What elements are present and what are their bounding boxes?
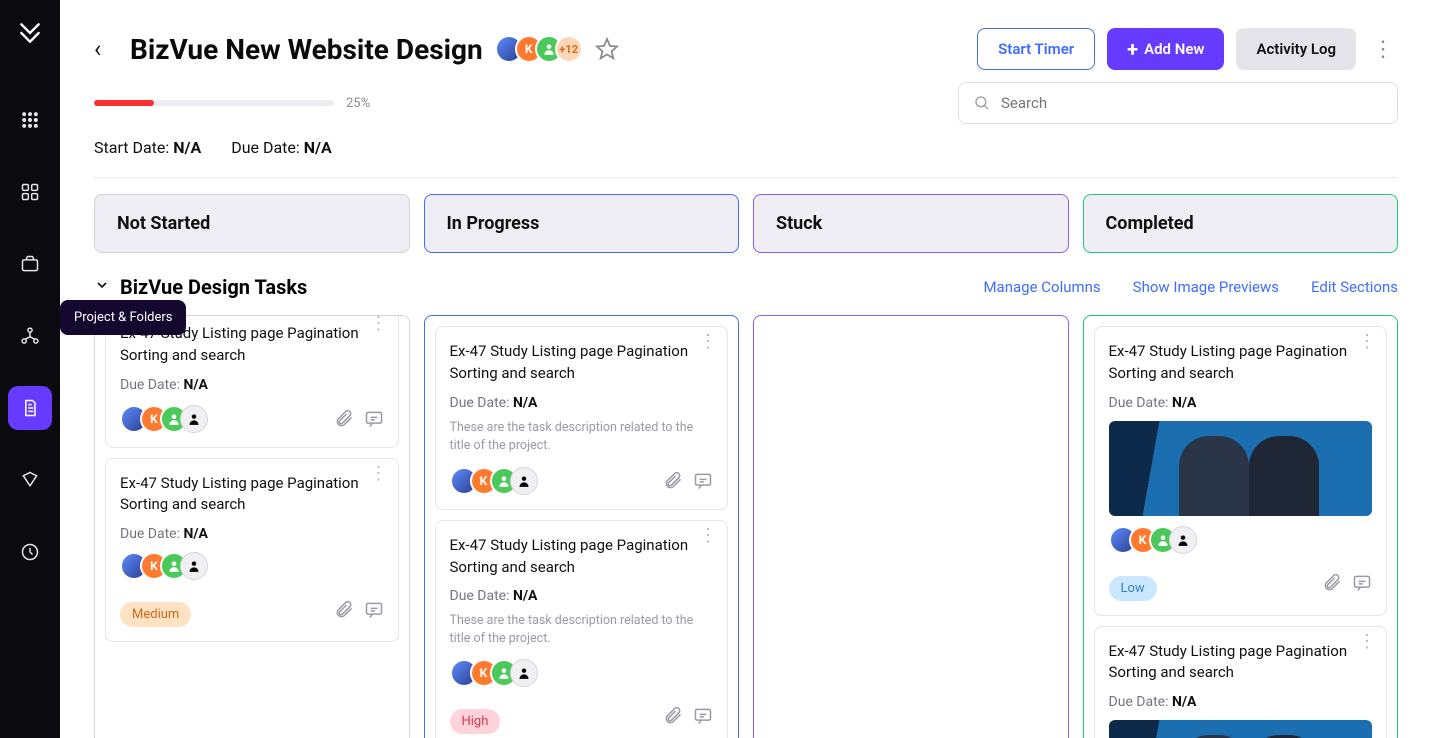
- priority-tag: Medium: [120, 602, 191, 627]
- sidebar: Project & Folders: [0, 0, 60, 738]
- task-card[interactable]: ⋮ Ex-47 Study Listing page Pagination So…: [435, 520, 729, 738]
- nav-recent[interactable]: [8, 530, 52, 574]
- card-menu[interactable]: ⋮: [370, 321, 388, 326]
- section-collapse-icon[interactable]: [94, 277, 110, 297]
- column-not-started[interactable]: Not Started: [94, 194, 410, 253]
- search-box[interactable]: [958, 82, 1398, 124]
- nav-projects[interactable]: [8, 386, 52, 430]
- card-menu[interactable]: ⋮: [699, 339, 717, 344]
- app-logo: [17, 20, 43, 52]
- progress-bar: [94, 100, 334, 106]
- priority-tag: Low: [1109, 576, 1157, 601]
- column-in-progress[interactable]: In Progress: [424, 194, 740, 253]
- column-stuck[interactable]: Stuck: [753, 194, 1069, 253]
- manage-columns-link[interactable]: Manage Columns: [983, 278, 1100, 296]
- nav-tooltip: Project & Folders: [60, 300, 186, 335]
- card-menu[interactable]: ⋮: [1358, 639, 1376, 644]
- card-menu[interactable]: ⋮: [370, 471, 388, 476]
- project-dates: Start Date: N/A Due Date: N/A: [94, 138, 1398, 157]
- card-thumbnail: [1109, 720, 1373, 738]
- project-avatars[interactable]: K +12: [495, 35, 583, 63]
- attachment-icon[interactable]: [663, 471, 683, 491]
- comment-icon[interactable]: [693, 471, 713, 491]
- task-card[interactable]: ⋮ Ex-47 Study Listing page Pagination So…: [105, 458, 399, 643]
- attachment-icon[interactable]: [663, 706, 683, 726]
- star-toggle[interactable]: [595, 37, 619, 61]
- search-input[interactable]: [1001, 94, 1383, 112]
- column-completed[interactable]: Completed: [1083, 194, 1399, 253]
- card-thumbnail: [1109, 421, 1373, 516]
- section-title: BizVue Design Tasks: [120, 275, 307, 299]
- task-card[interactable]: ⋮ Ex-47 Study Listing page Pagination So…: [435, 326, 729, 510]
- attachment-icon[interactable]: [1322, 573, 1342, 593]
- task-card[interactable]: ⋮ Ex-47 Study Listing page Pagination So…: [1094, 626, 1388, 738]
- plus-icon: +: [1127, 37, 1138, 61]
- lane-in-progress: ⋮ Ex-47 Study Listing page Pagination So…: [424, 315, 740, 738]
- priority-tag: High: [450, 709, 501, 734]
- nav-awards[interactable]: [8, 458, 52, 502]
- search-icon: [973, 94, 991, 112]
- header-menu[interactable]: ⋮: [1368, 37, 1398, 62]
- comment-icon[interactable]: [693, 706, 713, 726]
- progress-percent: 25%: [346, 96, 370, 111]
- comment-icon[interactable]: [1352, 573, 1372, 593]
- activity-log-button[interactable]: Activity Log: [1236, 28, 1356, 70]
- attachment-icon[interactable]: [334, 409, 354, 429]
- back-button[interactable]: ‹: [94, 37, 118, 61]
- nav-apps[interactable]: [8, 98, 52, 142]
- lane-stuck: [753, 315, 1069, 738]
- nav-team[interactable]: [8, 314, 52, 358]
- card-menu[interactable]: ⋮: [1358, 339, 1376, 344]
- comment-icon[interactable]: [364, 600, 384, 620]
- main-content: ‹ BizVue New Website Design K +12 Start …: [60, 0, 1432, 738]
- start-timer-button[interactable]: Start Timer: [977, 28, 1095, 70]
- nav-dashboard[interactable]: [8, 170, 52, 214]
- nav-work[interactable]: [8, 242, 52, 286]
- avatar-more-count: +12: [555, 35, 583, 63]
- task-card[interactable]: ⋮ Ex-47 Study Listing page Pagination So…: [1094, 326, 1388, 616]
- lane-completed: ⋮ Ex-47 Study Listing page Pagination So…: [1083, 315, 1399, 738]
- project-title: BizVue New Website Design: [130, 33, 483, 66]
- card-menu[interactable]: ⋮: [699, 533, 717, 538]
- edit-sections-link[interactable]: Edit Sections: [1311, 278, 1398, 296]
- show-previews-link[interactable]: Show Image Previews: [1133, 278, 1279, 296]
- add-new-button[interactable]: +Add New: [1107, 28, 1224, 70]
- attachment-icon[interactable]: [334, 600, 354, 620]
- comment-icon[interactable]: [364, 409, 384, 429]
- lane-not-started: ⋮ Ex-47 Study Listing page Pagination So…: [94, 315, 410, 738]
